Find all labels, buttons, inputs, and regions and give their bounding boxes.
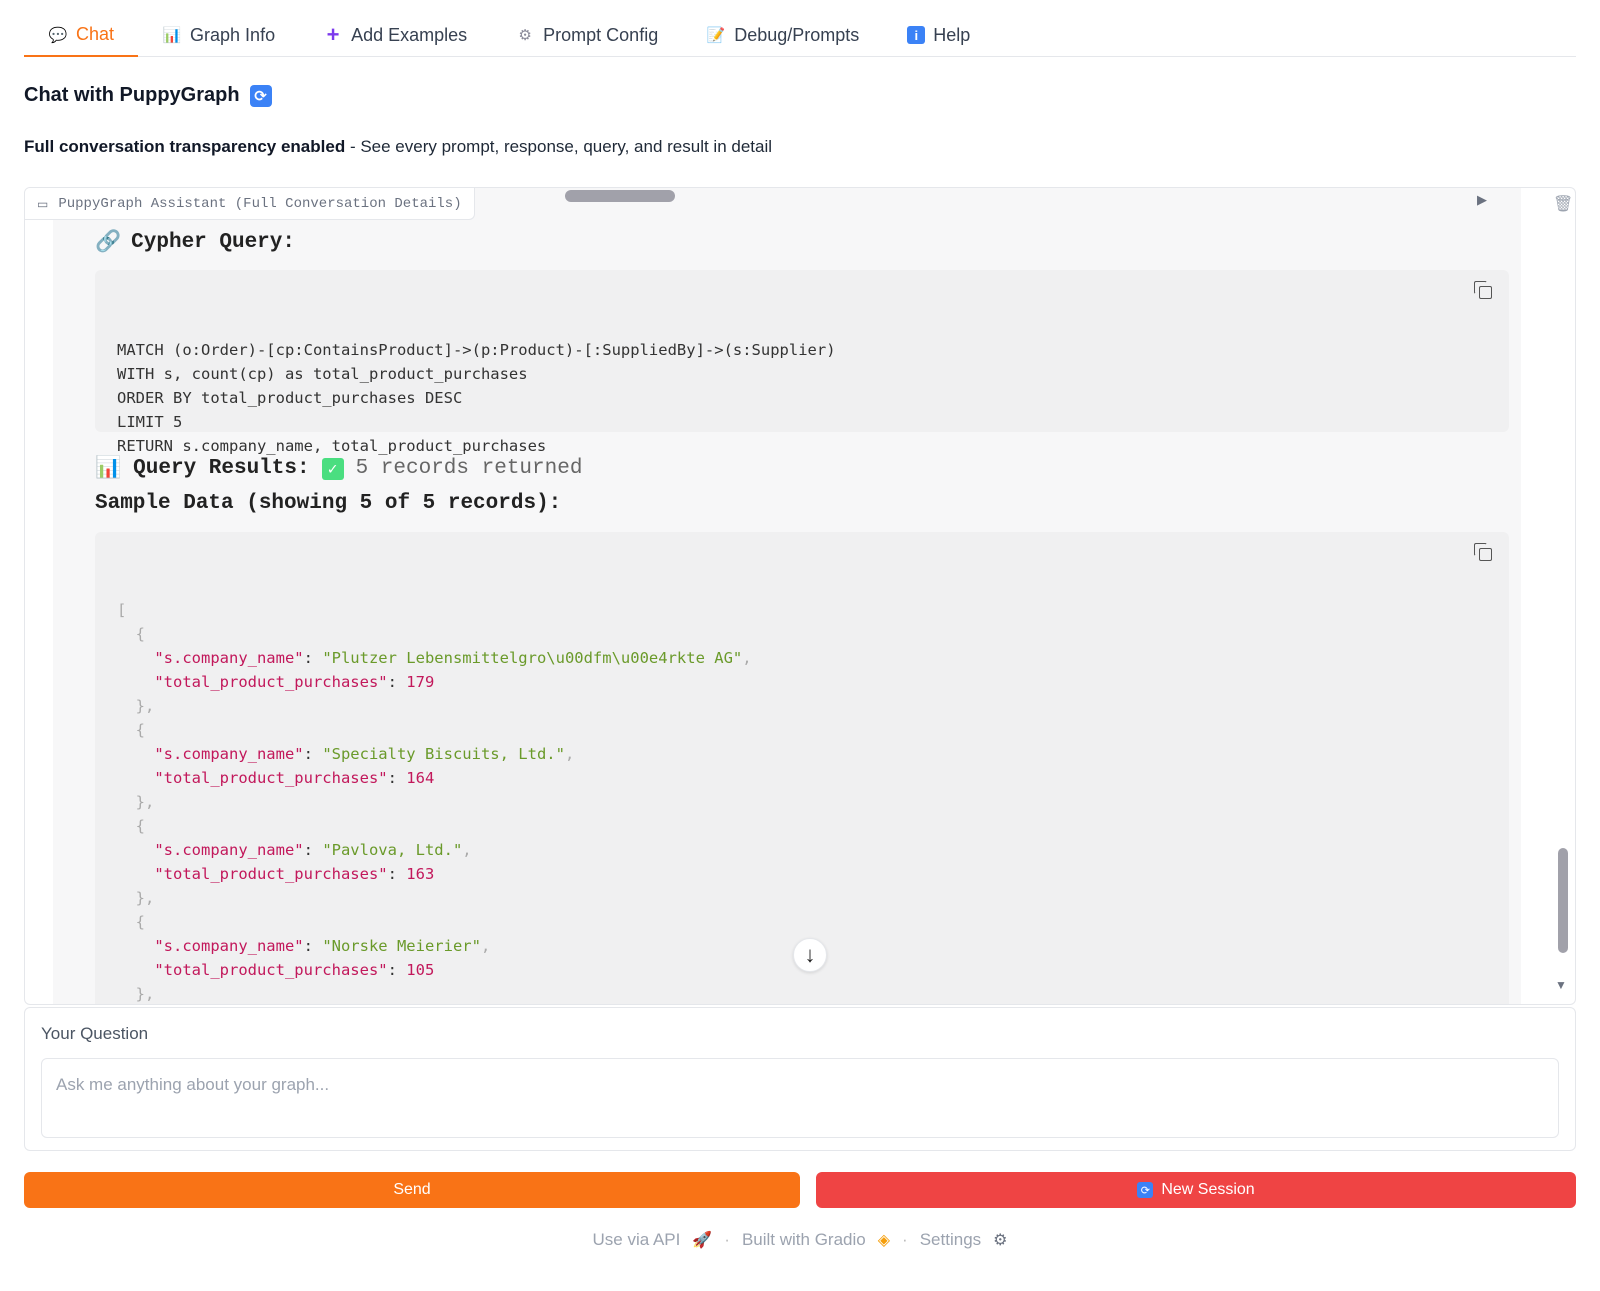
subtitle-rest: - See every prompt, response, query, and… xyxy=(345,137,773,156)
vertical-scrollbar[interactable] xyxy=(1558,848,1568,953)
json-total-value: 164 xyxy=(406,769,435,787)
refresh-icon: ⟳ xyxy=(249,84,272,107)
cypher-line: ORDER BY total_product_purchases DESC xyxy=(117,389,463,407)
trash-icon[interactable]: 🗑 xyxy=(1553,194,1573,214)
chatbot-label: ▭ PuppyGraph Assistant (Full Conversatio… xyxy=(25,188,475,220)
json-company-value: "Pavlova, Ltd." xyxy=(322,841,463,859)
tab-label: Debug/Prompts xyxy=(734,24,860,45)
tab-debug-prompts[interactable]: 📝 Debug/Prompts xyxy=(682,14,883,56)
separator-dot: · xyxy=(902,1230,908,1249)
json-company-value: "Norske Meierier" xyxy=(322,937,481,955)
cypher-heading-text: Cypher Query: xyxy=(131,230,295,254)
built-with-gradio-link[interactable]: Built with Gradio xyxy=(742,1230,866,1250)
info-icon: i xyxy=(907,26,926,44)
copy-icon[interactable] xyxy=(1473,542,1495,564)
tab-graph-info[interactable]: 📊 Graph Info xyxy=(138,14,299,56)
page-subtitle: Full conversation transparency enabled -… xyxy=(24,137,772,157)
tab-help[interactable]: i Help xyxy=(883,14,994,56)
question-box: Your Question xyxy=(24,1007,1576,1151)
json-key: "total_product_purchases" xyxy=(154,769,388,787)
subtitle-bold: Full conversation transparency enabled xyxy=(24,137,346,156)
cypher-line: MATCH (o:Order)-[cp:ContainsProduct]->(p… xyxy=(117,341,836,359)
horizontal-scrollbar[interactable] xyxy=(565,190,675,202)
tab-label: Prompt Config xyxy=(543,24,659,45)
bar-chart-icon: 📊 xyxy=(162,27,182,44)
speech-bubble-icon: 💬 xyxy=(48,26,68,44)
tab-label: Add Examples xyxy=(351,24,468,45)
chatbot-label-text: PuppyGraph Assistant (Full Conversation … xyxy=(58,195,462,212)
json-key: "total_product_purchases" xyxy=(154,865,388,883)
tab-prompt-config[interactable]: ⚙ Prompt Config xyxy=(491,14,682,56)
cypher-heading: 🔗 Cypher Query: xyxy=(95,230,295,254)
json-key: "total_product_purchases" xyxy=(154,673,388,691)
settings-link[interactable]: Settings xyxy=(920,1230,981,1250)
send-button-label: Send xyxy=(393,1181,431,1198)
cypher-line: WITH s, count(cp) as total_product_purch… xyxy=(117,365,528,383)
tab-label: Chat xyxy=(76,24,115,44)
json-key: "s.company_name" xyxy=(154,937,304,955)
sample-heading: Sample Data (showing 5 of 5 records): xyxy=(95,492,562,515)
memo-icon: 📝 xyxy=(706,27,726,44)
cypher-code-block: MATCH (o:Order)-[cp:ContainsProduct]->(p… xyxy=(95,270,1509,455)
query-results-row: 📊 Query Results: ✓ 5 records returned xyxy=(95,456,582,481)
json-key: "s.company_name" xyxy=(154,745,304,763)
copy-icon[interactable] xyxy=(1473,280,1495,302)
json-code-block: [ { "s.company_name": "Plutzer Lebensmit… xyxy=(95,532,1509,1004)
scroll-down-arrow-icon[interactable]: ▼ xyxy=(1555,978,1567,992)
cypher-line: RETURN s.company_name, total_product_pur… xyxy=(117,437,547,455)
separator-dot: · xyxy=(724,1230,730,1249)
question-input[interactable] xyxy=(41,1058,1559,1138)
page-title: Chat with PuppyGraph ⟳ xyxy=(24,84,272,107)
results-heading: Query Results: xyxy=(133,457,310,480)
chatbot-panel: 🔗 Cypher Query: MATCH (o:Order)-[cp:Cont… xyxy=(24,187,1576,1005)
json-company-value: "Plutzer Lebensmittelgro\u00dfm\u00e4rkt… xyxy=(322,649,743,667)
tab-label: Graph Info xyxy=(190,24,276,45)
rocket-icon: 🚀 xyxy=(692,1232,713,1249)
send-button[interactable]: Send xyxy=(24,1172,800,1208)
gradio-logo-icon: ◈ xyxy=(877,1232,891,1249)
play-icon[interactable]: ▶ xyxy=(1477,192,1487,208)
cypher-line: LIMIT 5 xyxy=(117,413,183,431)
tab-bar: 💬 Chat 📊 Graph Info + Add Examples ⚙ Pro… xyxy=(24,14,1576,57)
tab-add-examples[interactable]: + Add Examples xyxy=(299,14,491,56)
bar-chart-icon: 📊 xyxy=(95,458,122,481)
footer: Use via API 🚀 · Built with Gradio ◈ · Se… xyxy=(0,1230,1600,1250)
new-session-label: New Session xyxy=(1161,1181,1255,1198)
tab-label: Help xyxy=(933,24,971,45)
tab-chat[interactable]: 💬 Chat xyxy=(24,14,139,57)
json-key: "s.company_name" xyxy=(154,649,304,667)
use-via-api-link[interactable]: Use via API xyxy=(592,1230,680,1250)
link-icon: 🔗 xyxy=(95,230,122,253)
json-total-value: 179 xyxy=(406,673,435,691)
new-session-button[interactable]: ⟳ New Session xyxy=(816,1172,1576,1208)
chat-bubble-icon: ▭ xyxy=(37,196,49,211)
page-title-text: Chat with PuppyGraph xyxy=(24,84,240,106)
gear-icon: ⚙ xyxy=(993,1232,1008,1249)
json-company-value: "Specialty Biscuits, Ltd." xyxy=(322,745,565,763)
check-icon: ✓ xyxy=(321,457,344,480)
gear-icon: ⚙ xyxy=(518,27,532,44)
json-key: "s.company_name" xyxy=(154,841,304,859)
plus-icon: + xyxy=(326,22,340,47)
scroll-to-bottom-button[interactable]: ↓ xyxy=(793,938,827,972)
json-total-value: 163 xyxy=(406,865,435,883)
arrow-down-icon: ↓ xyxy=(804,942,816,967)
refresh-icon: ⟳ xyxy=(1137,1182,1154,1198)
records-count: 5 records returned xyxy=(355,457,583,480)
json-total-value: 105 xyxy=(406,961,435,979)
assistant-message: 🔗 Cypher Query: MATCH (o:Order)-[cp:Cont… xyxy=(53,188,1521,1004)
json-key: "total_product_purchases" xyxy=(154,961,388,979)
question-label: Your Question xyxy=(41,1024,149,1043)
